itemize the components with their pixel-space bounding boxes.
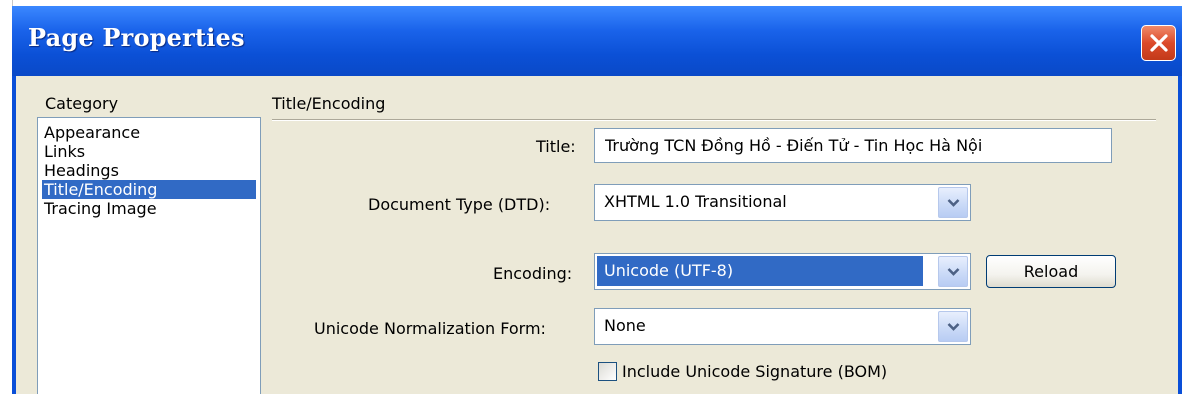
encoding-label: Encoding: [493, 264, 573, 283]
close-icon [1150, 34, 1168, 52]
encoding-value: Unicode (UTF-8) [597, 256, 923, 286]
encoding-select[interactable]: Unicode (UTF-8) [594, 253, 971, 290]
dialog-title: Page Properties [28, 23, 245, 52]
document-type-label: Document Type (DTD): [368, 195, 551, 214]
document-type-select[interactable]: XHTML 1.0 Transitional [594, 184, 971, 221]
chevron-down-icon [947, 199, 960, 207]
chevron-down-icon [947, 268, 960, 276]
title-input[interactable] [594, 128, 1112, 163]
document-type-dropdown-button[interactable] [938, 187, 968, 218]
category-item-appearance[interactable]: Appearance [42, 123, 142, 142]
dialog-client-area: Category Appearance Links Headings Title… [16, 76, 1178, 394]
title-bar[interactable]: Page Properties [12, 6, 1182, 76]
section-title: Title/Encoding [272, 94, 386, 113]
category-item-tracing-image[interactable]: Tracing Image [42, 199, 159, 218]
category-list[interactable]: Appearance Links Headings Title/Encoding… [37, 117, 261, 394]
category-item-headings[interactable]: Headings [42, 161, 121, 180]
document-type-value: XHTML 1.0 Transitional [604, 192, 787, 211]
category-item-links[interactable]: Links [42, 142, 87, 161]
reload-button[interactable]: Reload [986, 255, 1116, 288]
category-item-title-encoding[interactable]: Title/Encoding [42, 180, 256, 199]
encoding-dropdown-button[interactable] [938, 256, 968, 287]
section-divider [272, 119, 1156, 121]
close-button[interactable] [1141, 25, 1176, 61]
chevron-down-icon [947, 323, 960, 331]
title-label: Title: [536, 137, 576, 156]
bom-checkbox-label[interactable]: Include Unicode Signature (BOM) [622, 362, 887, 381]
bom-checkbox[interactable] [598, 362, 617, 381]
normalization-dropdown-button[interactable] [938, 311, 968, 342]
page-properties-dialog: Page Properties Category Appearance Link… [12, 6, 1182, 394]
normalization-label: Unicode Normalization Form: [314, 319, 546, 338]
normalization-value: None [604, 316, 646, 335]
category-heading: Category [45, 94, 119, 113]
normalization-select[interactable]: None [594, 308, 971, 345]
